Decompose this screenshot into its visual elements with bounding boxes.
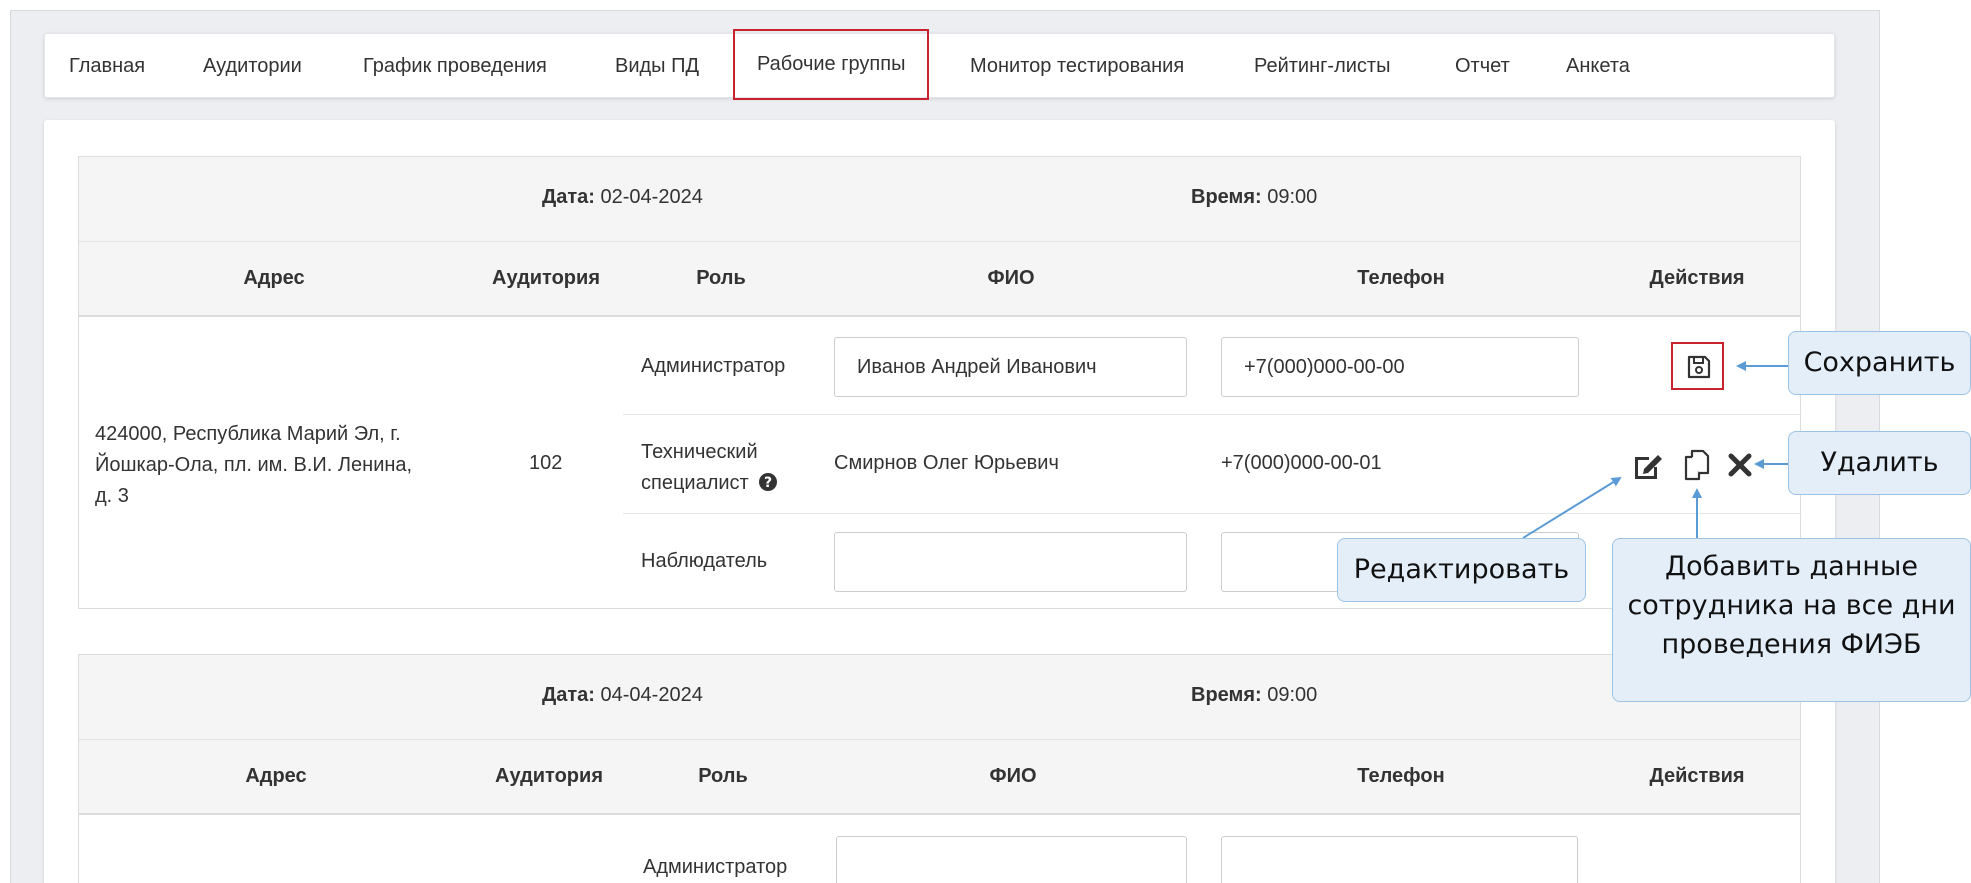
- callout-copy: Добавить данные сотрудника на все дни пр…: [1612, 538, 1971, 702]
- callout-delete: Удалить: [1788, 431, 1971, 495]
- annotation-arrows: [1522, 361, 1788, 539]
- callout-save: Сохранить: [1788, 331, 1971, 395]
- callout-edit: Редактировать: [1337, 538, 1586, 602]
